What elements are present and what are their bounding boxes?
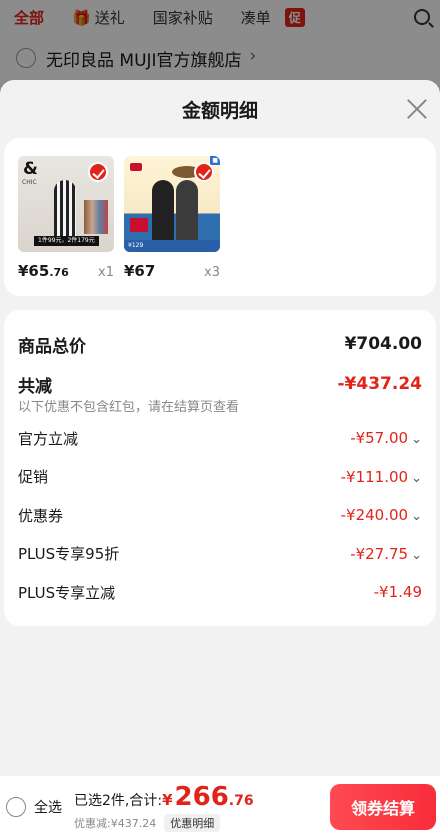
discount-item-row[interactable]: 优惠券 -¥240.00 ⌄ [18, 496, 422, 535]
checkout-bar: 全选 已选2件,合计: ¥ 266.76 优惠减:¥437.24 优惠明细 领券… [0, 776, 440, 838]
amount-detail-sheet: 金额明细 & CHIC 1件99元，2件179元 ¥65.76 x1 ■ ¥12… [0, 80, 440, 838]
product-item[interactable]: ■ ¥129 ¥67 x3 [124, 156, 220, 280]
product-price: ¥67 [124, 262, 156, 280]
product-qty: x3 [204, 265, 220, 280]
select-all-label[interactable]: 全选 [34, 797, 62, 817]
promo-caption: 1件99元，2件179元 [34, 236, 99, 246]
chevron-down-icon[interactable]: ⌄ [411, 509, 422, 524]
discount-item-value: -¥111.00 ⌄ [340, 467, 422, 486]
brand-logo-icon: & [23, 159, 38, 179]
total-currency: ¥ [162, 791, 173, 809]
discount-item-row[interactable]: 官方立减 -¥57.00 ⌄ [18, 419, 422, 458]
corner-badge-icon: ■ [210, 156, 220, 165]
discount-item-label: 促销 [18, 468, 49, 487]
chevron-down-icon[interactable]: ⌄ [411, 471, 422, 486]
checkmark-icon[interactable] [194, 162, 214, 182]
discount-item-value: -¥57.00 ⌄ [350, 429, 422, 448]
close-icon[interactable] [406, 98, 428, 120]
product-image: & CHIC 1件99元，2件179元 [18, 156, 114, 252]
sheet-title: 金额明细 [181, 99, 258, 122]
product-list: & CHIC 1件99元，2件179元 ¥65.76 x1 ■ ¥129 ¥67… [4, 138, 436, 296]
model-figure-icon [176, 180, 198, 242]
checkout-button[interactable]: 领券结算 [330, 784, 436, 830]
discount-summary: 优惠减:¥437.24 [74, 817, 157, 830]
discount-item-label: PLUS专享95折 [18, 545, 120, 564]
promo-caption: ¥129 [124, 240, 220, 252]
chevron-down-icon[interactable]: ⌄ [411, 548, 422, 563]
price-breakdown: 商品总价 ¥704.00 共减 -¥437.24 以下优惠不包含红包，请在结算页… [4, 310, 436, 626]
select-all-radio[interactable] [6, 797, 26, 817]
discount-item-label: PLUS专享立减 [18, 583, 116, 602]
product-price: ¥65.76 [18, 262, 69, 280]
discount-item-label: 官方立减 [18, 429, 79, 448]
total-value: ¥704.00 [344, 334, 422, 354]
order-summary: 已选2件,合计: ¥ 266.76 优惠减:¥437.24 优惠明细 [74, 782, 254, 832]
total-label: 商品总价 [18, 336, 86, 357]
product-qty: x1 [98, 265, 114, 280]
discount-label: 共减 [18, 376, 52, 397]
sheet-header: 金额明细 [0, 80, 440, 138]
product-image: ■ ¥129 [124, 156, 220, 252]
discount-item-value: -¥27.75 ⌄ [350, 544, 422, 563]
brand-logo-icon [130, 163, 142, 171]
discount-value: -¥437.24 [337, 374, 423, 394]
total-line: 已选2件,合计: ¥ 266.76 [74, 782, 254, 812]
checkmark-icon[interactable] [88, 162, 108, 182]
discount-item-row: PLUS专享立减 -¥1.49 [18, 573, 422, 612]
discount-line: 优惠减:¥437.24 优惠明细 [74, 814, 254, 832]
discount-note: 以下优惠不包含红包，请在结算页查看 [18, 400, 240, 415]
discount-item-row[interactable]: PLUS专享95折 -¥27.75 ⌄ [18, 535, 422, 574]
discount-item-row[interactable]: 促销 -¥111.00 ⌄ [18, 458, 422, 497]
chevron-down-icon[interactable]: ⌄ [411, 432, 422, 447]
clothing-rack-icon [84, 200, 108, 234]
product-item[interactable]: & CHIC 1件99元，2件179元 ¥65.76 x1 [18, 156, 114, 280]
discount-item-label: 优惠券 [18, 506, 64, 525]
discount-detail-tag[interactable]: 优惠明细 [164, 814, 221, 832]
brand-sub-icon: CHIC [22, 179, 37, 186]
total-amount: 266.76 [174, 782, 254, 812]
selected-count: 已选2件,合计: [74, 793, 163, 809]
product-box-icon [130, 218, 148, 232]
discount-item-value: -¥240.00 ⌄ [340, 506, 422, 525]
total-row: 商品总价 ¥704.00 [18, 324, 422, 364]
discount-item-value: -¥1.49 [373, 583, 422, 602]
model-figure-icon [54, 180, 76, 242]
model-figure-icon [152, 180, 174, 242]
